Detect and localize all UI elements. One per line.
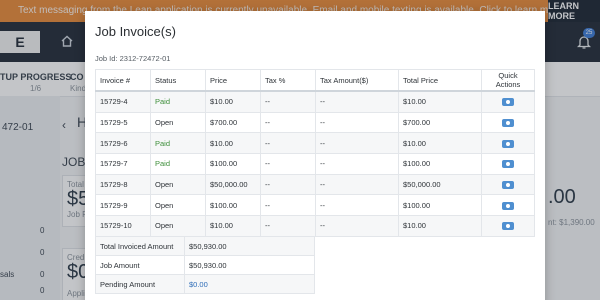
status-badge: Open (150, 111, 206, 134)
tax-percent: -- (260, 153, 316, 175)
summary-value: $50,930.00 (184, 236, 315, 256)
view-invoice-button[interactable] (502, 222, 514, 231)
status-badge: Paid (150, 90, 206, 113)
invoice-number: 15729-7 (95, 153, 151, 175)
pending-amount-value: $0.00 (184, 274, 315, 294)
price: $100.00 (205, 194, 261, 217)
view-icon (506, 224, 510, 229)
status-badge: Open (150, 194, 206, 217)
view-invoice-button[interactable] (502, 98, 514, 107)
total-price: $50,000.00 (398, 173, 482, 196)
total-price: $10.00 (398, 132, 482, 155)
table-row: 15729-4 Paid $10.00 -- -- $10.00 (95, 90, 535, 113)
tax-amount: -- (315, 132, 399, 155)
price: $10.00 (205, 90, 261, 113)
quick-actions-cell (481, 132, 535, 155)
modal-title: Job Invoice(s) (95, 24, 176, 39)
quick-actions-cell (481, 173, 535, 196)
status-badge: Open (150, 215, 206, 237)
price: $100.00 (205, 153, 261, 175)
tax-amount: -- (315, 215, 399, 237)
col-invoice-number: Invoice # (95, 69, 151, 92)
view-invoice-button[interactable] (502, 119, 514, 128)
col-tax-percent: Tax % (260, 69, 316, 92)
total-price: $100.00 (398, 194, 482, 217)
price: $700.00 (205, 111, 261, 134)
status-badge: Paid (150, 153, 206, 175)
quick-actions-cell (481, 90, 535, 113)
view-invoice-button[interactable] (502, 201, 514, 210)
summary-label: Job Amount (95, 255, 185, 275)
summary-label: Total Invoiced Amount (95, 236, 185, 256)
tax-percent: -- (260, 215, 316, 237)
view-icon (506, 121, 510, 126)
tax-amount: -- (315, 173, 399, 196)
price: $10.00 (205, 215, 261, 237)
col-tax-amount: Tax Amount($) (315, 69, 399, 92)
tax-amount: -- (315, 111, 399, 134)
view-icon (506, 100, 510, 105)
tax-percent: -- (260, 173, 316, 196)
invoices-table: Invoice # Status Price Tax % Tax Amount(… (95, 69, 535, 237)
col-total-price: Total Price (398, 69, 482, 92)
table-header-row: Invoice # Status Price Tax % Tax Amount(… (95, 69, 535, 92)
quick-actions-cell (481, 153, 535, 175)
col-price: Price (205, 69, 261, 92)
tax-amount: -- (315, 90, 399, 113)
view-icon (506, 183, 510, 188)
view-invoice-button[interactable] (502, 139, 514, 148)
tax-percent: -- (260, 90, 316, 113)
tax-amount: -- (315, 194, 399, 217)
view-icon (506, 203, 510, 208)
summary-row: Job Amount $50,930.00 (95, 255, 315, 275)
total-price: $10.00 (398, 215, 482, 237)
total-price: $10.00 (398, 90, 482, 113)
tax-percent: -- (260, 194, 316, 217)
price: $50,000.00 (205, 173, 261, 196)
col-quick-actions: Quick Actions (481, 69, 535, 92)
status-badge: Open (150, 173, 206, 196)
status-badge: Paid (150, 132, 206, 155)
summary-label: Pending Amount (95, 274, 185, 294)
table-row: 15729-6 Paid $10.00 -- -- $10.00 (95, 132, 535, 155)
quick-actions-cell (481, 194, 535, 217)
tax-amount: -- (315, 153, 399, 175)
invoice-number: 15729-5 (95, 111, 151, 134)
view-invoice-button[interactable] (502, 160, 514, 169)
quick-actions-cell (481, 111, 535, 134)
totals-summary: Total Invoiced Amount $50,930.00 Job Amo… (95, 236, 315, 294)
total-price: $700.00 (398, 111, 482, 134)
tax-percent: -- (260, 111, 316, 134)
table-row: 15729-7 Paid $100.00 -- -- $100.00 (95, 153, 535, 175)
col-status: Status (150, 69, 206, 92)
summary-row: Total Invoiced Amount $50,930.00 (95, 236, 315, 256)
invoice-number: 15729-10 (95, 215, 151, 237)
job-invoices-modal: Job Invoice(s) Job Id: 2312-72472-01 Inv… (85, 11, 545, 300)
table-row: 15729-5 Open $700.00 -- -- $700.00 (95, 111, 535, 134)
invoice-number: 15729-8 (95, 173, 151, 196)
view-icon (506, 162, 510, 167)
tax-percent: -- (260, 132, 316, 155)
price: $10.00 (205, 132, 261, 155)
table-row: 15729-9 Open $100.00 -- -- $100.00 (95, 194, 535, 217)
job-id: Job Id: 2312-72472-01 (95, 54, 171, 63)
invoice-number: 15729-6 (95, 132, 151, 155)
quick-actions-cell (481, 215, 535, 237)
invoice-number: 15729-4 (95, 90, 151, 113)
view-invoice-button[interactable] (502, 181, 514, 190)
view-icon (506, 141, 510, 146)
table-row: 15729-8 Open $50,000.00 -- -- $50,000.00 (95, 173, 535, 196)
table-row: 15729-10 Open $10.00 -- -- $10.00 (95, 215, 535, 237)
summary-row: Pending Amount $0.00 (95, 274, 315, 294)
invoice-number: 15729-9 (95, 194, 151, 217)
total-price: $100.00 (398, 153, 482, 175)
summary-value: $50,930.00 (184, 255, 315, 275)
